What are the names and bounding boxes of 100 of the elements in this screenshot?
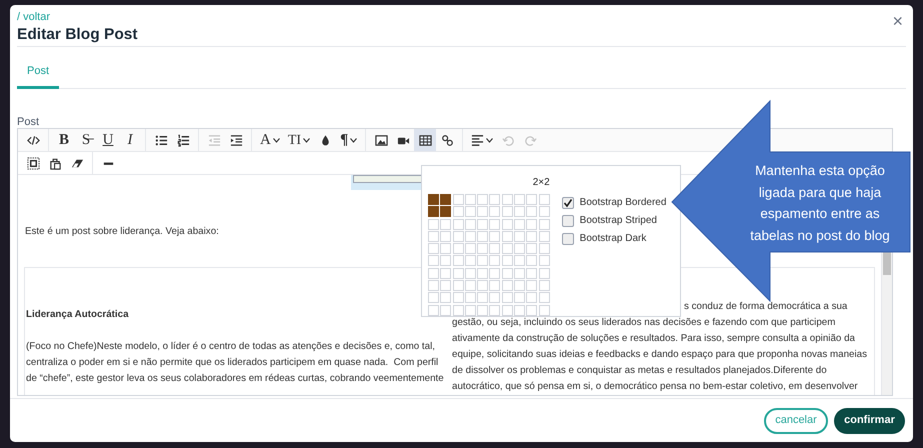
grid-cell[interactable] <box>464 268 476 279</box>
grid-cell[interactable] <box>526 243 538 254</box>
grid-cell[interactable] <box>502 268 513 279</box>
grid-cell[interactable] <box>440 255 452 266</box>
grid-cell[interactable] <box>526 304 538 316</box>
grid-cell[interactable] <box>514 280 526 292</box>
grid-cell[interactable] <box>538 194 550 205</box>
grid-cell[interactable] <box>502 230 513 242</box>
grid-cell[interactable] <box>489 304 500 316</box>
grid-cell[interactable] <box>452 194 464 205</box>
grid-cell[interactable] <box>477 243 488 254</box>
grid-cell[interactable] <box>526 255 538 266</box>
grid-cell[interactable] <box>464 304 476 316</box>
grid-cell[interactable] <box>464 243 476 254</box>
grid-cell[interactable] <box>428 304 439 316</box>
grid-cell[interactable] <box>452 304 464 316</box>
grid-cell[interactable] <box>428 243 439 254</box>
grid-cell[interactable] <box>502 243 513 254</box>
grid-cell[interactable] <box>464 194 476 205</box>
grid-cell[interactable] <box>452 206 464 218</box>
grid-cell[interactable] <box>526 218 538 230</box>
grid-cell[interactable] <box>464 206 476 218</box>
grid-cell[interactable] <box>526 194 538 205</box>
grid-cell[interactable] <box>526 268 538 279</box>
grid-cell[interactable] <box>489 194 500 205</box>
grid-cell[interactable] <box>452 292 464 304</box>
grid-cell[interactable] <box>440 280 452 292</box>
grid-cell[interactable] <box>464 218 476 230</box>
grid-cell[interactable] <box>440 230 452 242</box>
grid-cell[interactable] <box>502 304 513 316</box>
grid-cell[interactable] <box>538 304 550 316</box>
grid-cell[interactable] <box>538 206 550 218</box>
grid-cell[interactable] <box>538 268 550 279</box>
italic-button[interactable]: I <box>119 129 141 151</box>
grid-cell[interactable] <box>440 292 452 304</box>
grid-cell[interactable] <box>489 268 500 279</box>
grid-cell[interactable] <box>428 255 439 266</box>
grid-cell[interactable] <box>428 268 439 279</box>
grid-cell[interactable] <box>428 230 439 242</box>
grid-cell[interactable] <box>502 218 513 230</box>
grid-cell[interactable] <box>502 206 513 218</box>
grid-cell[interactable] <box>428 194 439 205</box>
grid-cell[interactable] <box>489 218 500 230</box>
checkbox[interactable] <box>562 196 574 208</box>
grid-cell[interactable] <box>477 304 488 316</box>
grid-cell[interactable] <box>440 194 452 205</box>
paragraph-button[interactable]: ¶ <box>336 129 362 151</box>
grid-cell[interactable] <box>477 206 488 218</box>
grid-cell[interactable] <box>538 292 550 304</box>
grid-cell[interactable] <box>502 194 513 205</box>
grid-cell[interactable] <box>477 255 488 266</box>
underline-button[interactable]: U <box>97 129 119 151</box>
grid-cell[interactable] <box>526 230 538 242</box>
grid-cell[interactable] <box>514 268 526 279</box>
grid-cell[interactable] <box>452 218 464 230</box>
grid-cell[interactable] <box>538 218 550 230</box>
grid-cell[interactable] <box>428 206 439 218</box>
grid-cell[interactable] <box>514 194 526 205</box>
table-button[interactable] <box>414 129 436 151</box>
grid-cell[interactable] <box>514 206 526 218</box>
grid-cell[interactable] <box>428 280 439 292</box>
grid-cell[interactable] <box>489 280 500 292</box>
grid-cell[interactable] <box>452 230 464 242</box>
grid-cell[interactable] <box>477 218 488 230</box>
grid-cell[interactable] <box>489 206 500 218</box>
grid-cell[interactable] <box>477 292 488 304</box>
grid-cell[interactable] <box>440 206 452 218</box>
grid-cell[interactable] <box>538 243 550 254</box>
grid-cell[interactable] <box>464 255 476 266</box>
grid-cell[interactable] <box>502 255 513 266</box>
grid-cell[interactable] <box>538 230 550 242</box>
checkbox[interactable] <box>562 214 574 226</box>
strikethrough-button[interactable]: S̶ <box>75 129 97 151</box>
grid-cell[interactable] <box>514 243 526 254</box>
grid-cell[interactable] <box>514 230 526 242</box>
grid-cell[interactable] <box>502 280 513 292</box>
grid-cell[interactable] <box>452 255 464 266</box>
grid-cell[interactable] <box>428 218 439 230</box>
grid-cell[interactable] <box>502 292 513 304</box>
grid-cell[interactable] <box>477 230 488 242</box>
grid-cell[interactable] <box>514 304 526 316</box>
grid-cell[interactable] <box>452 268 464 279</box>
grid-cell[interactable] <box>440 243 452 254</box>
grid-cell[interactable] <box>440 218 452 230</box>
grid-cell[interactable] <box>526 206 538 218</box>
grid-cell[interactable] <box>464 230 476 242</box>
grid-cell[interactable] <box>440 268 452 279</box>
bold-button[interactable]: B <box>53 129 75 151</box>
grid-cell[interactable] <box>477 280 488 292</box>
grid-cell[interactable] <box>538 280 550 292</box>
grid-cell[interactable] <box>489 255 500 266</box>
grid-cell[interactable] <box>452 280 464 292</box>
grid-cell[interactable] <box>477 194 488 205</box>
grid-cell[interactable] <box>526 292 538 304</box>
grid-cell[interactable] <box>514 292 526 304</box>
close-button[interactable]: × <box>892 12 903 30</box>
grid-cell[interactable] <box>514 218 526 230</box>
grid-cell[interactable] <box>477 268 488 279</box>
grid-cell[interactable] <box>514 255 526 266</box>
grid-cell[interactable] <box>526 280 538 292</box>
